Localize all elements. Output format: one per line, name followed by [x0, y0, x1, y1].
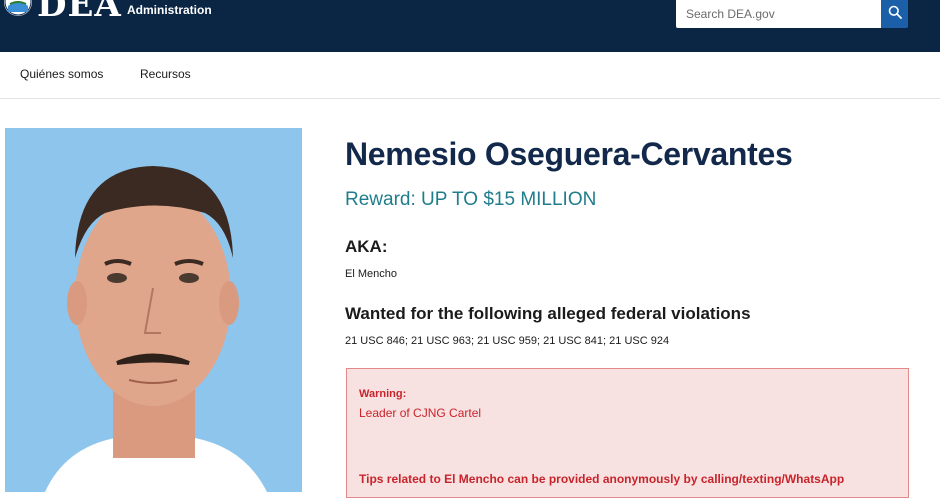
- aka-heading: AKA:: [345, 237, 388, 256]
- violations-heading: Wanted for the following alleged federal…: [345, 304, 751, 323]
- logo-text: DEA: [37, 0, 122, 25]
- reward-text: Reward: UP TO $15 MILLION: [345, 189, 597, 210]
- nav-item-quienes-somos[interactable]: Quiénes somos: [20, 67, 103, 81]
- magnifier-icon: [888, 5, 902, 24]
- violations-value: 21 USC 846; 21 USC 963; 21 USC 959; 21 U…: [345, 335, 670, 347]
- warning-text: Leader of CJNG Cartel: [359, 406, 482, 420]
- site-header: DEA Administration: [0, 0, 940, 52]
- main-nav: Quiénes somos Recursos: [0, 52, 940, 99]
- aka-value: El Mencho: [345, 268, 397, 280]
- warning-label: Warning:: [359, 388, 407, 400]
- logo-subtitle: Administration: [127, 3, 212, 17]
- search-input[interactable]: [676, 0, 881, 28]
- fugitive-photo: [5, 128, 302, 492]
- warning-box: Warning: Leader of CJNG Cartel Tips rela…: [346, 368, 909, 498]
- dea-seal-icon: [4, 0, 32, 16]
- fugitive-name: Nemesio Oseguera-Cervantes: [345, 136, 793, 172]
- nav-item-recursos[interactable]: Recursos: [140, 67, 191, 81]
- search-button[interactable]: [881, 0, 908, 28]
- tips-text: Tips related to El Mencho can be provide…: [359, 472, 845, 486]
